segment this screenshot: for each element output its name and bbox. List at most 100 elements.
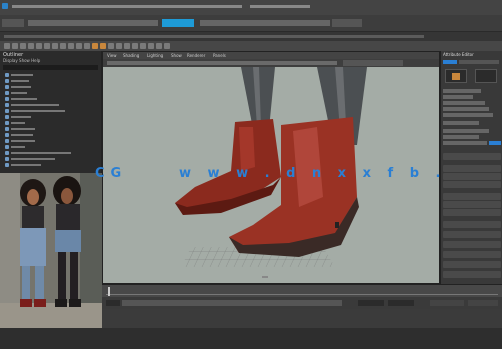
shelf-tool-icon[interactable] bbox=[20, 43, 26, 49]
command-line[interactable] bbox=[0, 328, 502, 349]
outliner-menus[interactable]: Display Show Help bbox=[3, 58, 99, 64]
outliner-item[interactable] bbox=[3, 163, 67, 167]
attr-selected-value[interactable] bbox=[489, 141, 501, 145]
node-swatch[interactable] bbox=[445, 69, 467, 83]
shelf-tool-icon[interactable] bbox=[124, 43, 130, 49]
shelf-tool-icon[interactable] bbox=[44, 43, 50, 49]
attr-field[interactable] bbox=[443, 107, 489, 111]
outliner-item[interactable] bbox=[3, 97, 67, 101]
camera-dropdown[interactable] bbox=[343, 60, 403, 66]
outliner-item[interactable] bbox=[3, 121, 67, 125]
shelf-tool-icon[interactable] bbox=[164, 43, 170, 49]
attr-section-header[interactable] bbox=[443, 251, 501, 258]
start-frame-field[interactable] bbox=[106, 300, 120, 306]
outliner-item[interactable] bbox=[3, 73, 67, 77]
shelf-tool-icon[interactable] bbox=[156, 43, 162, 49]
range-end-field[interactable] bbox=[388, 300, 414, 306]
attr-field[interactable] bbox=[443, 101, 485, 105]
shelf-tool-icon[interactable] bbox=[60, 43, 66, 49]
status-tools-2[interactable] bbox=[200, 20, 330, 26]
shelf-tabs[interactable] bbox=[0, 32, 502, 41]
attr-field[interactable] bbox=[443, 141, 487, 145]
attr-section-header[interactable] bbox=[443, 181, 501, 188]
attr-field[interactable] bbox=[443, 89, 481, 93]
shelf-tool-icon[interactable] bbox=[84, 43, 90, 49]
attr-section-header[interactable] bbox=[443, 231, 501, 238]
shelf-tool-icon[interactable] bbox=[132, 43, 138, 49]
viewport-toolbar bbox=[103, 59, 439, 67]
shelf-tool-icon[interactable] bbox=[148, 43, 154, 49]
shelf-tool-icon[interactable] bbox=[116, 43, 122, 49]
attr-section-header[interactable] bbox=[443, 165, 501, 172]
outliner-item[interactable] bbox=[3, 103, 67, 107]
shelf-tool-icon[interactable] bbox=[68, 43, 74, 49]
attr-field[interactable] bbox=[443, 129, 489, 133]
attr-section-header[interactable] bbox=[443, 193, 501, 200]
watermark: CG w w w . d n x x f b . c n bbox=[95, 166, 490, 184]
attr-section-header[interactable] bbox=[443, 209, 501, 216]
range-bar[interactable] bbox=[122, 300, 342, 306]
attr-field[interactable] bbox=[443, 95, 473, 99]
end-frame-field[interactable] bbox=[358, 300, 384, 306]
attr-section-header[interactable] bbox=[443, 221, 501, 228]
viewport-menu-panels[interactable]: Panels bbox=[213, 53, 226, 58]
outliner-item[interactable] bbox=[3, 115, 67, 119]
viewport-menu-lighting[interactable]: Lighting bbox=[147, 53, 163, 58]
shelf-tool-icon[interactable] bbox=[76, 43, 82, 49]
viewport-menu-shading[interactable]: Shading bbox=[123, 53, 139, 58]
viewport-menu-view[interactable]: View bbox=[107, 53, 117, 58]
shelf-tool-icon[interactable] bbox=[100, 43, 106, 49]
outliner-search-input[interactable] bbox=[3, 65, 98, 70]
attr-section-header[interactable] bbox=[443, 261, 501, 268]
anim-layer-dropdown[interactable] bbox=[468, 300, 498, 306]
mesh-icon bbox=[5, 145, 9, 149]
shelf-tab-labels[interactable] bbox=[4, 35, 424, 38]
outliner-menu-display[interactable]: Display bbox=[3, 58, 18, 63]
outliner-item[interactable] bbox=[3, 91, 67, 95]
menu-set-dropdown[interactable] bbox=[2, 19, 24, 27]
outliner-item[interactable] bbox=[3, 127, 67, 131]
shelf-tool-icon[interactable] bbox=[92, 43, 98, 49]
attr-section-header[interactable] bbox=[443, 241, 501, 248]
attr-section-header[interactable] bbox=[443, 153, 501, 160]
active-mode-field[interactable] bbox=[162, 19, 194, 27]
menu-items[interactable] bbox=[12, 5, 242, 8]
viewport-tool-icons[interactable] bbox=[107, 61, 337, 65]
attr-tab-active[interactable] bbox=[443, 60, 457, 64]
outliner-item[interactable] bbox=[3, 151, 71, 155]
outliner-item[interactable] bbox=[3, 145, 67, 149]
shelf-tool-icon[interactable] bbox=[12, 43, 18, 49]
status-tools[interactable] bbox=[28, 20, 158, 26]
outliner-item[interactable] bbox=[3, 133, 67, 137]
character-set-dropdown[interactable] bbox=[430, 300, 464, 306]
shelf-tool-icon[interactable] bbox=[4, 43, 10, 49]
outliner-item[interactable] bbox=[3, 139, 67, 143]
outliner-item[interactable] bbox=[3, 157, 67, 161]
outliner-menu-show[interactable]: Show bbox=[19, 58, 30, 63]
attr-section-header[interactable] bbox=[443, 201, 501, 208]
mesh-icon bbox=[5, 103, 9, 107]
attr-field[interactable] bbox=[443, 121, 479, 125]
current-time-marker[interactable] bbox=[108, 287, 110, 296]
attr-field[interactable] bbox=[443, 113, 493, 117]
shelf-tool-icon[interactable] bbox=[28, 43, 34, 49]
shelf-tool-icon[interactable] bbox=[52, 43, 58, 49]
viewport-menu-show[interactable]: Show bbox=[171, 53, 182, 58]
outliner-item[interactable] bbox=[3, 109, 67, 113]
shelf-tool-icon[interactable] bbox=[36, 43, 42, 49]
viewport-menu-renderer[interactable]: Renderer bbox=[187, 53, 205, 58]
outliner-item[interactable] bbox=[3, 85, 67, 89]
time-slider[interactable] bbox=[102, 284, 502, 297]
attr-section-header[interactable] bbox=[443, 271, 501, 278]
node-swatch-2[interactable] bbox=[475, 69, 497, 83]
outliner-menu-help[interactable]: Help bbox=[31, 58, 40, 63]
attr-field[interactable] bbox=[443, 135, 479, 139]
workspace-dropdown[interactable] bbox=[332, 19, 362, 27]
menu-items-more[interactable] bbox=[250, 5, 310, 8]
outliner-item[interactable] bbox=[3, 79, 67, 83]
attr-section-header[interactable] bbox=[443, 173, 501, 180]
mouse-cursor-icon bbox=[335, 222, 339, 228]
shelf-tool-icon[interactable] bbox=[140, 43, 146, 49]
shelf-tool-icon[interactable] bbox=[108, 43, 114, 49]
attr-tabs[interactable] bbox=[459, 60, 499, 64]
